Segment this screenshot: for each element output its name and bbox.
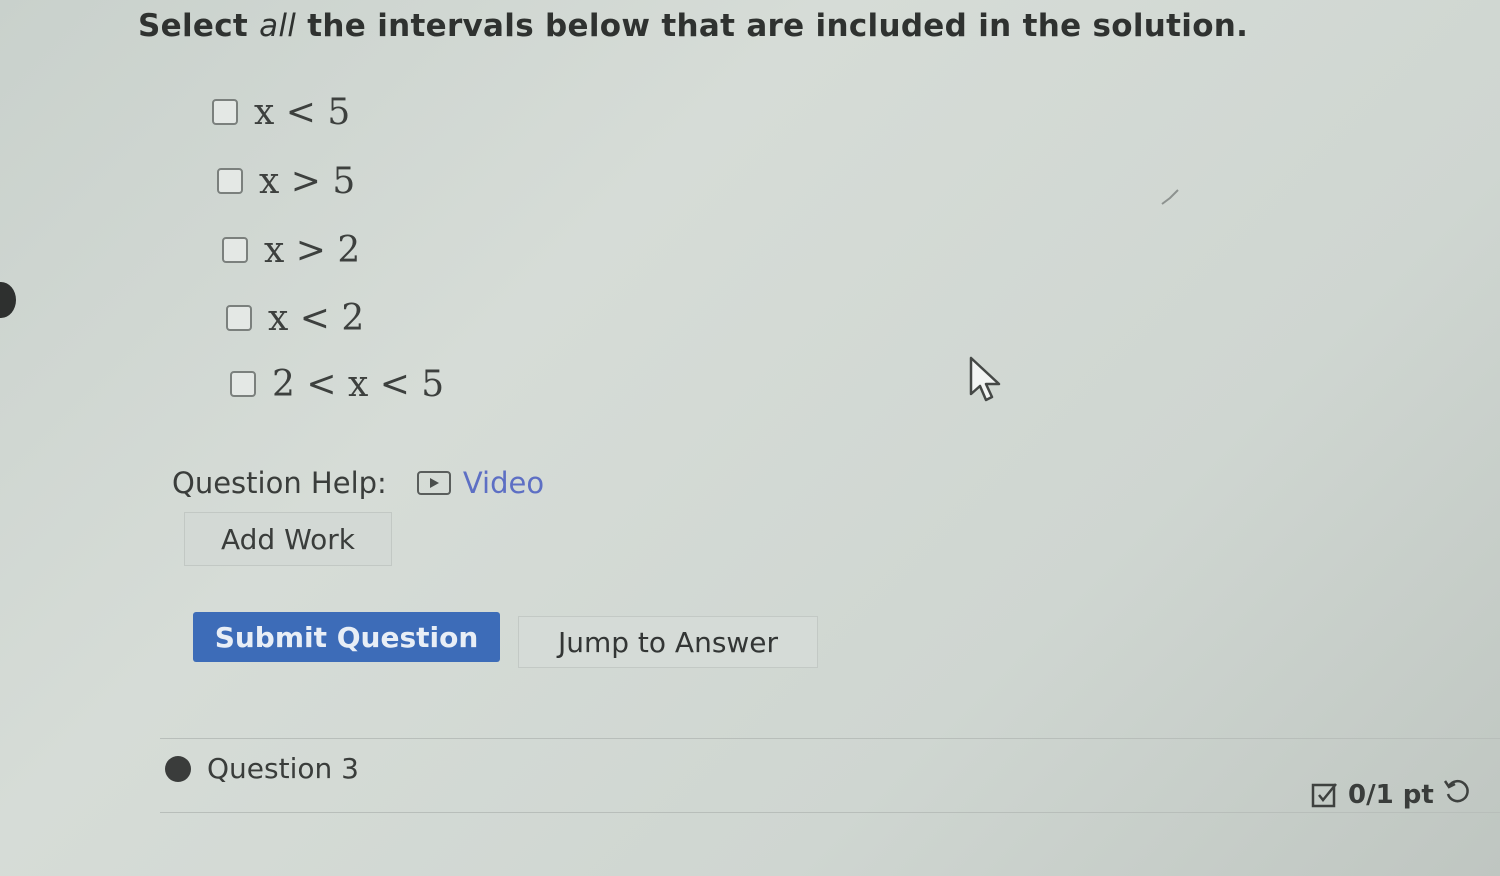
points-value: 0/1 pt (1348, 779, 1434, 810)
option-label: 2 < x < 5 (272, 363, 445, 405)
add-work-button[interactable]: Add Work (184, 512, 392, 566)
faint-mark-icon (1161, 189, 1179, 205)
option-2-lt-x-lt-5[interactable]: 2 < x < 5 (230, 362, 444, 406)
retry-icon[interactable] (1442, 776, 1472, 813)
option-label: x < 2 (268, 297, 365, 339)
option-checkbox[interactable] (222, 237, 248, 263)
option-label: x < 5 (254, 91, 351, 133)
question-label: Question 3 (207, 752, 359, 785)
option-checkbox[interactable] (217, 168, 243, 194)
option-x-gt-2[interactable]: x > 2 (222, 228, 360, 272)
submit-question-button[interactable]: Submit Question (193, 612, 500, 662)
video-label: Video (462, 466, 545, 500)
option-x-lt-2[interactable]: x < 2 (226, 296, 364, 340)
section-divider-top (160, 738, 1500, 739)
video-link[interactable]: Video (416, 466, 545, 500)
option-checkbox[interactable] (230, 371, 256, 397)
help-label: Question Help: (172, 466, 387, 500)
option-label: x > 5 (259, 160, 356, 202)
checkbox-edit-icon (1311, 782, 1337, 807)
option-checkbox[interactable] (212, 99, 238, 125)
points-indicator: 0/1 pt (1310, 776, 1472, 813)
option-label: x > 2 (264, 229, 361, 271)
option-checkbox[interactable] (226, 305, 252, 331)
status-dot-icon (165, 755, 191, 782)
jump-to-answer-button[interactable]: Jump to Answer (518, 616, 818, 668)
mouse-cursor-icon (969, 356, 1001, 402)
next-question-header[interactable]: Question 3 (165, 752, 359, 785)
video-play-icon (416, 471, 451, 495)
option-x-gt-5[interactable]: x > 5 (217, 159, 355, 203)
answer-options: x < 5 x > 5 x > 2 x < 2 2 < x < 5 (0, 0, 1500, 876)
option-x-lt-5[interactable]: x < 5 (212, 90, 350, 134)
question-help: Question Help: Video (172, 466, 544, 500)
section-divider-bottom (160, 812, 1500, 813)
